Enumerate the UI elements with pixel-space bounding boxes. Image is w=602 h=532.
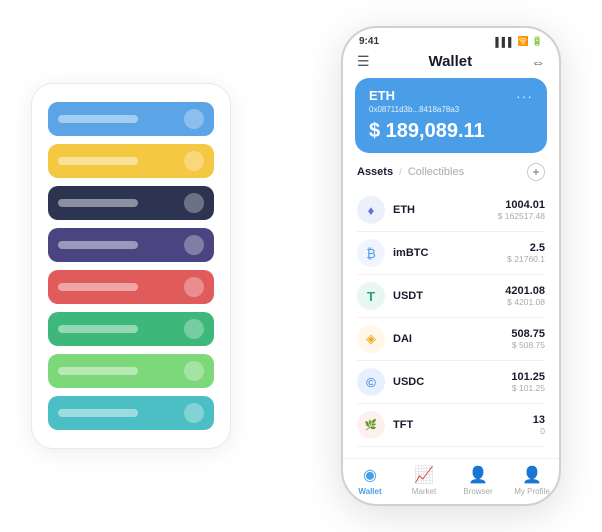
status-icons: ▌▌▌ 🛜 🔋 <box>495 36 543 47</box>
wifi-icon: 🛜 <box>518 36 529 47</box>
battery-icon: 🔋 <box>532 36 543 47</box>
list-item[interactable] <box>48 186 214 220</box>
asset-amount: 508.75 <box>511 328 545 340</box>
card-icon <box>184 109 204 129</box>
scene: 9:41 ▌▌▌ 🛜 🔋 ☰ Wallet ⇔ ··· ETH 0x08711d… <box>21 16 581 516</box>
signal-icon: ▌▌▌ <box>495 37 514 47</box>
list-item[interactable] <box>48 354 214 388</box>
usdc-icon: © <box>357 368 385 396</box>
tab-collectibles[interactable]: Collectibles <box>408 166 464 178</box>
asset-amount: 13 <box>533 414 545 426</box>
asset-values: 508.75 $ 508.75 <box>511 328 545 350</box>
asset-row-imbtc[interactable]: ₿ imBTC 2.5 $ 21760.1 <box>357 232 545 275</box>
page-title: Wallet <box>428 53 472 70</box>
asset-name: USDT <box>393 290 505 302</box>
asset-name: TFT <box>393 419 533 431</box>
card-stack <box>31 83 231 449</box>
asset-usd: $ 4201.08 <box>505 297 545 307</box>
card-icon <box>184 235 204 255</box>
card-text <box>58 367 138 375</box>
bottom-nav: ◉ Wallet 📈 Market 👤 Browser 👤 My Profile <box>343 458 559 504</box>
asset-row-eth[interactable]: ♦ ETH 1004.01 $ 162517.48 <box>357 189 545 232</box>
nav-market[interactable]: 📈 Market <box>397 465 451 496</box>
asset-usd: 0 <box>533 426 545 436</box>
asset-row-tft[interactable]: 🌿 TFT 13 0 <box>357 404 545 447</box>
wallet-nav-icon: ◉ <box>363 465 377 485</box>
asset-row-usdt[interactable]: T USDT 4201.08 $ 4201.08 <box>357 275 545 318</box>
phone-frame: 9:41 ▌▌▌ 🛜 🔋 ☰ Wallet ⇔ ··· ETH 0x08711d… <box>341 26 561 506</box>
assets-header: Assets / Collectibles + <box>343 163 559 189</box>
asset-usd: $ 508.75 <box>511 340 545 350</box>
list-item[interactable] <box>48 102 214 136</box>
card-icon <box>184 403 204 423</box>
nav-browser-label: Browser <box>463 487 492 496</box>
card-icon <box>184 361 204 381</box>
nav-wallet-label: Wallet <box>358 487 381 496</box>
card-text <box>58 157 138 165</box>
card-icon <box>184 277 204 297</box>
tft-icon: 🌿 <box>357 411 385 439</box>
nav-wallet[interactable]: ◉ Wallet <box>343 465 397 496</box>
card-icon <box>184 193 204 213</box>
card-text <box>58 325 138 333</box>
expand-icon[interactable]: ⇔ <box>531 54 545 70</box>
asset-row-dai[interactable]: ◈ DAI 508.75 $ 508.75 <box>357 318 545 361</box>
card-icon <box>184 151 204 171</box>
tab-separator: / <box>399 167 402 178</box>
asset-values: 1004.01 $ 162517.48 <box>498 199 545 221</box>
list-item[interactable] <box>48 228 214 262</box>
eth-card-title: ETH <box>369 88 533 103</box>
asset-values: 101.25 $ 101.25 <box>511 371 545 393</box>
phone-header: ☰ Wallet ⇔ <box>343 51 559 78</box>
list-item[interactable] <box>48 312 214 346</box>
asset-usd: $ 21760.1 <box>507 254 545 264</box>
asset-values: 13 0 <box>533 414 545 436</box>
asset-usd: $ 101.25 <box>511 383 545 393</box>
market-nav-icon: 📈 <box>414 465 434 485</box>
asset-amount: 4201.08 <box>505 285 545 297</box>
card-icon <box>184 319 204 339</box>
asset-values: 2.5 $ 21760.1 <box>507 242 545 264</box>
browser-nav-icon: 👤 <box>468 465 488 485</box>
card-text <box>58 115 138 123</box>
asset-list: ♦ ETH 1004.01 $ 162517.48 ₿ imBTC 2.5 $ … <box>343 189 559 458</box>
add-asset-button[interactable]: + <box>527 163 545 181</box>
nav-browser[interactable]: 👤 Browser <box>451 465 505 496</box>
status-bar: 9:41 ▌▌▌ 🛜 🔋 <box>343 28 559 51</box>
profile-nav-icon: 👤 <box>522 465 542 485</box>
assets-tabs: Assets / Collectibles <box>357 166 464 178</box>
asset-values: 4201.08 $ 4201.08 <box>505 285 545 307</box>
asset-name: imBTC <box>393 247 507 259</box>
card-text <box>58 409 138 417</box>
list-item[interactable] <box>48 396 214 430</box>
asset-usd: $ 162517.48 <box>498 211 545 221</box>
list-item[interactable] <box>48 144 214 178</box>
card-text <box>58 283 138 291</box>
asset-amount: 101.25 <box>511 371 545 383</box>
menu-icon[interactable]: ☰ <box>357 53 370 70</box>
asset-name: ETH <box>393 204 498 216</box>
more-options-icon[interactable]: ··· <box>516 88 533 104</box>
eth-card-balance: $ 189,089.11 <box>369 120 533 143</box>
imbtc-icon: ₿ <box>357 239 385 267</box>
asset-name: DAI <box>393 333 511 345</box>
nav-profile[interactable]: 👤 My Profile <box>505 465 559 496</box>
list-item[interactable] <box>48 270 214 304</box>
asset-amount: 1004.01 <box>498 199 545 211</box>
asset-name: USDC <box>393 376 511 388</box>
card-text <box>58 241 138 249</box>
usdt-icon: T <box>357 282 385 310</box>
dai-icon: ◈ <box>357 325 385 353</box>
asset-amount: 2.5 <box>507 242 545 254</box>
asset-row-usdc[interactable]: © USDC 101.25 $ 101.25 <box>357 361 545 404</box>
eth-icon: ♦ <box>357 196 385 224</box>
status-time: 9:41 <box>359 36 379 47</box>
card-text <box>58 199 138 207</box>
nav-profile-label: My Profile <box>514 487 550 496</box>
eth-card-address: 0x08711d3b...8418a78a3 <box>369 105 533 114</box>
nav-market-label: Market <box>412 487 436 496</box>
tab-assets[interactable]: Assets <box>357 166 393 178</box>
eth-wallet-card[interactable]: ··· ETH 0x08711d3b...8418a78a3 $ 189,089… <box>355 78 547 153</box>
